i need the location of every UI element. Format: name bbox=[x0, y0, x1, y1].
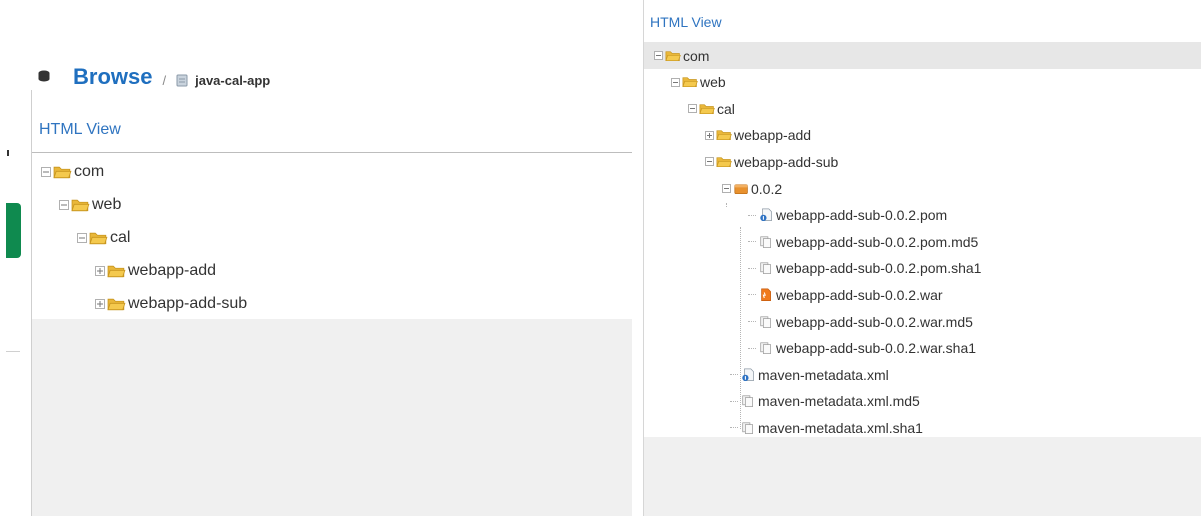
folder-open-icon bbox=[53, 166, 72, 179]
folder-open-icon bbox=[716, 130, 732, 141]
folder-open-icon bbox=[699, 104, 715, 114]
tree-node-webapp-add-sub[interactable]: webapp-add-sub bbox=[705, 148, 838, 175]
right-empty-area bbox=[644, 437, 1201, 516]
tree-node-label: maven-metadata.xml.sha1 bbox=[758, 419, 923, 436]
war-file-icon bbox=[761, 288, 771, 301]
tree-node-label: webapp-add bbox=[128, 262, 217, 279]
folder-open-icon bbox=[682, 77, 698, 88]
database-icon bbox=[38, 70, 50, 82]
tree-node-label: web bbox=[700, 74, 726, 91]
tree-minus-icon[interactable] bbox=[705, 157, 714, 167]
side-drawer-tab[interactable] bbox=[6, 203, 21, 258]
right-tree: com web cal webapp-add webapp-add-sub 0.… bbox=[644, 41, 1201, 437]
tree-node-label: webapp-add-sub-0.0.2.pom.sha1 bbox=[776, 260, 982, 277]
tree-node-label: cal bbox=[110, 229, 131, 246]
tree-connector bbox=[730, 400, 738, 402]
left-empty-area bbox=[32, 319, 632, 516]
tree-node-label: com bbox=[683, 47, 710, 64]
folder-open-icon bbox=[71, 199, 90, 212]
xml-file-icon bbox=[742, 368, 754, 381]
folder-open-icon bbox=[665, 50, 681, 61]
file-copy-icon bbox=[760, 342, 771, 355]
tree-minus-icon[interactable] bbox=[688, 104, 697, 114]
selected-row-highlight bbox=[644, 42, 1201, 69]
tree-connector bbox=[748, 241, 756, 243]
tree-node-0.0.2[interactable]: 0.0.2 bbox=[722, 175, 782, 202]
file-copy-icon bbox=[742, 395, 753, 408]
tree-node-webapp-add-sub-0.0.2.war[interactable]: webapp-add-sub-0.0.2.war bbox=[748, 281, 943, 308]
file-copy-icon bbox=[760, 315, 771, 328]
repository-icon bbox=[176, 74, 188, 86]
left-view-title[interactable]: HTML View bbox=[39, 121, 121, 139]
tree-minus-icon[interactable] bbox=[722, 184, 731, 193]
tree-node-webapp-add-sub-0.0.2.pom.sha1[interactable]: webapp-add-sub-0.0.2.pom.sha1 bbox=[748, 255, 981, 282]
tree-minus-icon[interactable] bbox=[77, 233, 87, 243]
breadcrumb: Browse / java-cal-app bbox=[38, 64, 270, 96]
tree-node-webapp-add-sub-0.0.2.pom[interactable]: webapp-add-sub-0.0.2.pom bbox=[748, 202, 947, 229]
tree-node-webapp-add[interactable]: webapp-add bbox=[705, 122, 811, 149]
tree-node-label: webapp-add-sub bbox=[734, 153, 839, 170]
tree-guide-line bbox=[726, 203, 727, 207]
tree-node-maven-metadata.xml.md5[interactable]: maven-metadata.xml.md5 bbox=[730, 388, 920, 415]
tree-connector bbox=[748, 321, 756, 322]
folder-open-icon bbox=[716, 157, 732, 167]
tree-minus-icon[interactable] bbox=[41, 167, 51, 177]
left-edge-mark bbox=[7, 150, 9, 156]
tree-node-label: webapp-add bbox=[734, 127, 812, 144]
folder-open-icon bbox=[107, 265, 126, 278]
tree-node-label: webapp-add-sub-0.0.2.pom.md5 bbox=[776, 233, 979, 250]
tree-node-cal[interactable]: cal bbox=[688, 95, 735, 122]
tree-connector bbox=[748, 347, 756, 349]
tree-connector bbox=[730, 427, 738, 429]
tree-node-cal[interactable]: cal bbox=[77, 223, 130, 253]
folder-open-icon bbox=[89, 232, 108, 245]
tree-node-web[interactable]: web bbox=[59, 190, 121, 220]
tree-node-webapp-add-sub-0.0.2.pom.md5[interactable]: webapp-add-sub-0.0.2.pom.md5 bbox=[748, 228, 978, 255]
package-icon bbox=[734, 183, 748, 194]
tree-node-label: webapp-add-sub-0.0.2.war bbox=[776, 286, 943, 303]
tree-node-maven-metadata.xml[interactable]: maven-metadata.xml bbox=[730, 361, 889, 388]
tree-minus-icon[interactable] bbox=[671, 77, 680, 87]
tree-plus-icon[interactable] bbox=[705, 130, 714, 140]
breadcrumb-repo-name[interactable]: java-cal-app bbox=[195, 73, 270, 88]
tree-node-label: webapp-add-sub-0.0.2.war.sha1 bbox=[776, 340, 977, 357]
tree-node-webapp-add-sub-0.0.2.war.md5[interactable]: webapp-add-sub-0.0.2.war.md5 bbox=[748, 308, 973, 335]
tree-connector bbox=[748, 267, 756, 269]
file-copy-icon bbox=[742, 422, 753, 434]
tree-node-label: maven-metadata.xml bbox=[758, 366, 889, 383]
tree-node-label: webapp-add-sub-0.0.2.war.md5 bbox=[776, 313, 973, 330]
breadcrumb-separator: / bbox=[162, 72, 167, 88]
tree-node-webapp-add-sub-0.0.2.war.sha1[interactable]: webapp-add-sub-0.0.2.war.sha1 bbox=[748, 335, 976, 362]
tree-node-com[interactable]: com bbox=[654, 42, 709, 69]
tree-node-web[interactable]: web bbox=[671, 69, 726, 96]
tree-node-label: webapp-add-sub bbox=[128, 295, 248, 312]
folder-open-icon bbox=[107, 298, 126, 311]
tree-connector bbox=[730, 374, 738, 376]
breadcrumb-browse-link[interactable]: Browse bbox=[73, 64, 152, 90]
tree-node-com[interactable]: com bbox=[41, 157, 104, 187]
tree-node-label: com bbox=[74, 163, 105, 180]
tree-plus-icon[interactable] bbox=[95, 266, 105, 276]
tree-minus-icon[interactable] bbox=[59, 200, 69, 210]
tree-node-label: cal bbox=[717, 100, 735, 117]
tree-node-label: 0.0.2 bbox=[751, 180, 783, 197]
xml-file-icon bbox=[760, 208, 772, 222]
tree-node-webapp-add-sub[interactable]: webapp-add-sub bbox=[95, 289, 247, 319]
left-tree: com web cal webapp-add webapp-add-sub bbox=[32, 153, 632, 319]
right-view-title[interactable]: HTML View bbox=[650, 14, 722, 30]
file-copy-icon bbox=[760, 262, 771, 275]
tree-minus-icon[interactable] bbox=[654, 51, 663, 60]
tree-node-label: maven-metadata.xml.md5 bbox=[758, 393, 920, 410]
tree-node-label: web bbox=[92, 196, 122, 213]
tree-connector bbox=[748, 294, 756, 296]
left-separator bbox=[6, 351, 20, 352]
tree-node-label: webapp-add-sub-0.0.2.pom bbox=[776, 207, 948, 224]
tree-connector bbox=[748, 214, 756, 216]
tree-node-webapp-add[interactable]: webapp-add bbox=[95, 256, 216, 286]
file-copy-icon bbox=[760, 236, 771, 248]
tree-plus-icon[interactable] bbox=[95, 299, 105, 309]
